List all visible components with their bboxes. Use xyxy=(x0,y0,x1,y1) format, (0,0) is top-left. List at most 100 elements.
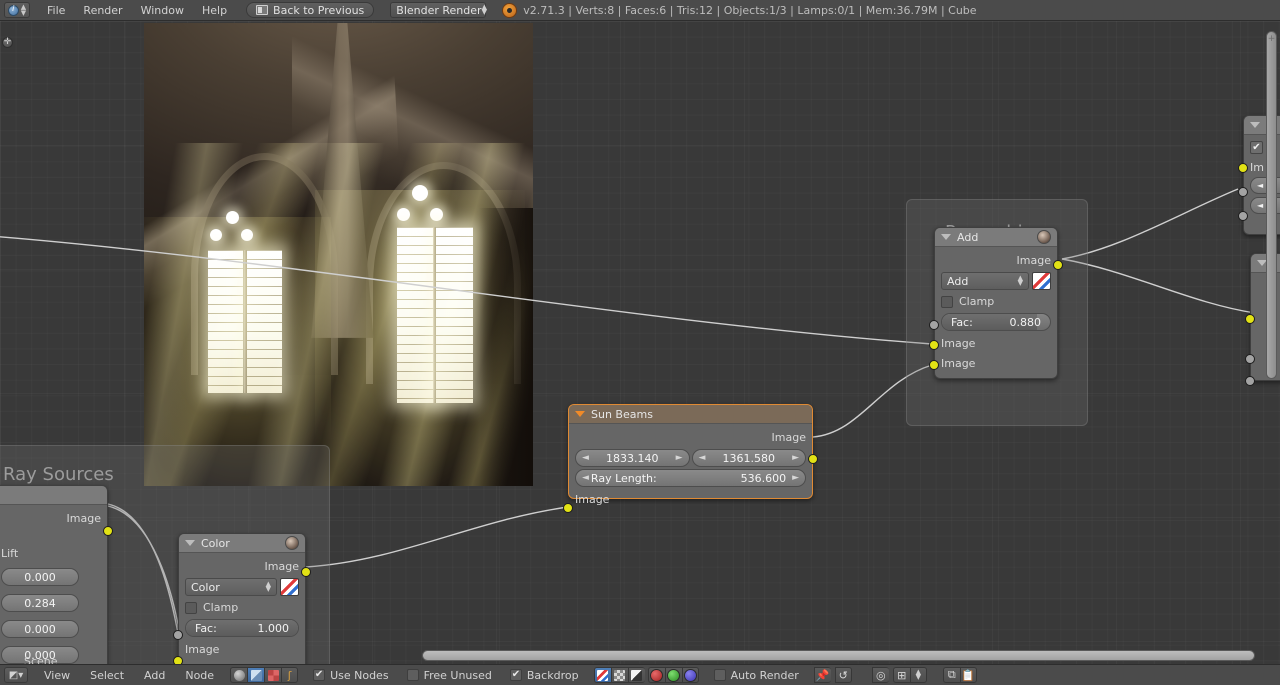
image-socket-yellow-out[interactable] xyxy=(301,567,311,577)
proportional-icon[interactable]: ◎ xyxy=(871,667,889,683)
image-socket-yellow-in[interactable] xyxy=(563,503,573,513)
node-color-fac-slider[interactable]: Fac: 1.000 xyxy=(185,619,299,637)
tree-type-toggle-group[interactable]: ʃ xyxy=(230,667,299,683)
backdrop-checkbox[interactable]: ✔ xyxy=(509,669,522,681)
image-socket-yellow-in[interactable] xyxy=(1238,163,1248,173)
node-add-header[interactable]: Add xyxy=(935,228,1057,247)
node-color-clamp-row[interactable]: Clamp xyxy=(185,598,299,617)
paste-icon[interactable]: 📋 xyxy=(959,667,977,683)
texture-tree-icon[interactable] xyxy=(264,667,282,683)
node-color-blendmode-row[interactable]: Color ▲ ▼ xyxy=(185,578,299,596)
sunbeams-source-x-field[interactable]: ◄ 1833.140 ► xyxy=(575,449,690,467)
node-add-mix[interactable]: Add Image Add ▲ ▼ Clamp Fac: 0.880 Image… xyxy=(929,227,1063,379)
free-unused-checkbox[interactable] xyxy=(406,669,419,681)
channel-toggle-group[interactable] xyxy=(593,667,699,683)
chevron-left-icon[interactable]: ◄ xyxy=(699,453,706,463)
chevron-left-icon[interactable]: ◄ xyxy=(582,473,589,483)
snap-settings-group[interactable]: ◎ ⊞ ▲ ▼ xyxy=(871,667,927,683)
blue-channel[interactable] xyxy=(681,667,699,683)
triangle-down-icon[interactable] xyxy=(941,234,951,240)
auto-render-checkbox[interactable] xyxy=(713,669,726,681)
menu-render[interactable]: Render xyxy=(74,2,131,19)
undo-icon[interactable]: ↺ xyxy=(834,667,852,683)
node-sunbeams-source-row[interactable]: ◄ 1833.140 ► ◄ 1361.580 ► xyxy=(575,449,806,467)
free-unused-toggle[interactable]: Free Unused xyxy=(406,669,492,682)
use-alpha-checkbox[interactable]: ✔ xyxy=(1250,141,1263,154)
chevron-left-icon[interactable]: ◄ xyxy=(1257,181,1263,190)
alpha-only-icon[interactable] xyxy=(627,667,645,683)
green-channel[interactable] xyxy=(664,667,682,683)
footer-menu-node[interactable]: Node xyxy=(175,667,224,684)
z-socket-grey[interactable] xyxy=(1245,376,1255,386)
clamp-checkbox[interactable] xyxy=(185,601,197,614)
node-add-fac-slider[interactable]: Fac: 0.880 xyxy=(941,313,1051,331)
back-to-previous-button[interactable]: Back to Previous xyxy=(246,2,375,18)
horizontal-scrollbar[interactable] xyxy=(422,650,1255,661)
fac-socket-grey[interactable] xyxy=(173,630,183,640)
alpha-socket-grey[interactable] xyxy=(1245,354,1255,364)
chevron-left-icon[interactable]: ◄ xyxy=(582,453,589,463)
node-add-clamp-row[interactable]: Clamp xyxy=(941,292,1051,311)
material-tree-icon[interactable]: ʃ xyxy=(281,667,299,683)
node-sun-beams[interactable]: Sun Beams Image ◄ 1833.140 ► ◄ 1361.580 … xyxy=(563,404,818,513)
image-socket-yellow-out[interactable] xyxy=(1053,260,1063,270)
editor-type-icon[interactable]: ▲▼ xyxy=(4,2,30,18)
lift-field-2[interactable]: 0.284 xyxy=(1,594,79,612)
node-colorbalance-blue-row[interactable]: Blue xyxy=(0,528,101,547)
render-engine-select[interactable]: Blender Render ▲ ▼ xyxy=(390,2,487,18)
use-nodes-checkbox[interactable]: ✔ xyxy=(313,669,326,681)
chevron-right-icon[interactable]: ► xyxy=(676,453,683,463)
node-add-blendmode-row[interactable]: Add ▲ ▼ xyxy=(941,272,1051,290)
red-channel[interactable] xyxy=(647,667,665,683)
chevron-right-icon[interactable]: ► xyxy=(792,473,799,483)
lift-field-3[interactable]: 0.000 xyxy=(1,620,79,638)
footer-menu-view[interactable]: View xyxy=(34,667,80,684)
menu-file[interactable]: File xyxy=(38,2,74,19)
image-socket-yellow-out[interactable] xyxy=(808,454,818,464)
copy-icon[interactable]: ⧉ xyxy=(942,667,960,683)
checker-alpha-icon[interactable] xyxy=(610,667,628,683)
image-socket-yellow-in[interactable] xyxy=(173,656,183,664)
clamp-checkbox[interactable] xyxy=(941,295,953,308)
image-socket-yellow-in[interactable] xyxy=(1245,314,1255,324)
triangle-down-icon[interactable] xyxy=(575,411,585,417)
image-socket-yellow-in-1[interactable] xyxy=(929,340,939,350)
node-add-blendmode-select[interactable]: Add ▲ ▼ xyxy=(941,272,1029,290)
image-socket-yellow-in-2[interactable] xyxy=(929,360,939,370)
vertical-scrollbar[interactable] xyxy=(1266,31,1277,379)
copy-paste-group[interactable]: ⧉ 📋 xyxy=(942,667,977,683)
node-editor-icon[interactable]: ◩▾ xyxy=(4,667,28,683)
node-sunbeams-header[interactable]: Sun Beams xyxy=(569,405,812,424)
triangle-down-icon[interactable] xyxy=(1250,122,1260,128)
footer-menu-add[interactable]: Add xyxy=(134,667,175,684)
color-ramp-icon[interactable] xyxy=(1032,272,1051,290)
menu-window[interactable]: Window xyxy=(132,2,193,19)
chevron-left-icon[interactable]: ◄ xyxy=(1257,201,1263,210)
color-alpha-icon[interactable] xyxy=(593,667,611,683)
node-color-header[interactable]: Color xyxy=(179,534,305,553)
color-ramp-icon[interactable] xyxy=(280,578,299,596)
node-color-mix[interactable]: Color Image Color ▲ ▼ Clamp Fac: 1.000 I… xyxy=(173,533,311,664)
node-color-blendmode-select[interactable]: Color ▲ ▼ xyxy=(185,578,277,596)
sunbeams-source-y-field[interactable]: ◄ 1361.580 ► xyxy=(691,449,806,467)
alpha-socket-grey[interactable] xyxy=(1238,187,1248,197)
compositor-tree-icon[interactable] xyxy=(247,667,265,683)
sunbeams-ray-length-field[interactable]: ◄ Ray Length: 536.600 ► xyxy=(575,469,806,487)
image-socket-yellow-out[interactable] xyxy=(103,526,113,536)
snap-icon[interactable]: ⊞ xyxy=(892,667,910,683)
node-colorbalance-header[interactable] xyxy=(0,486,107,505)
z-socket-grey[interactable] xyxy=(1238,211,1248,221)
snap-chevron-icon[interactable]: ▲ ▼ xyxy=(909,667,927,683)
area-split-grip[interactable]: ✛ xyxy=(2,37,13,48)
triangle-down-icon[interactable] xyxy=(185,540,195,546)
footer-menu-select[interactable]: Select xyxy=(80,667,134,684)
pin-icon[interactable]: 📌 xyxy=(813,667,831,683)
menu-help[interactable]: Help xyxy=(193,2,236,19)
shader-tree-icon[interactable] xyxy=(230,667,248,683)
node-color-balance[interactable]: Image Blue ain 1.00 1.00 1.00 1.00 Lif xyxy=(0,485,113,664)
use-nodes-toggle[interactable]: ✔ Use Nodes xyxy=(313,669,389,682)
node-editor-canvas[interactable]: ✛ Recombine xyxy=(0,21,1280,664)
snap-tool-group[interactable]: 📌 ↺ xyxy=(813,667,852,683)
auto-render-toggle[interactable]: Auto Render xyxy=(713,669,799,682)
backdrop-toggle[interactable]: ✔ Backdrop xyxy=(509,669,579,682)
